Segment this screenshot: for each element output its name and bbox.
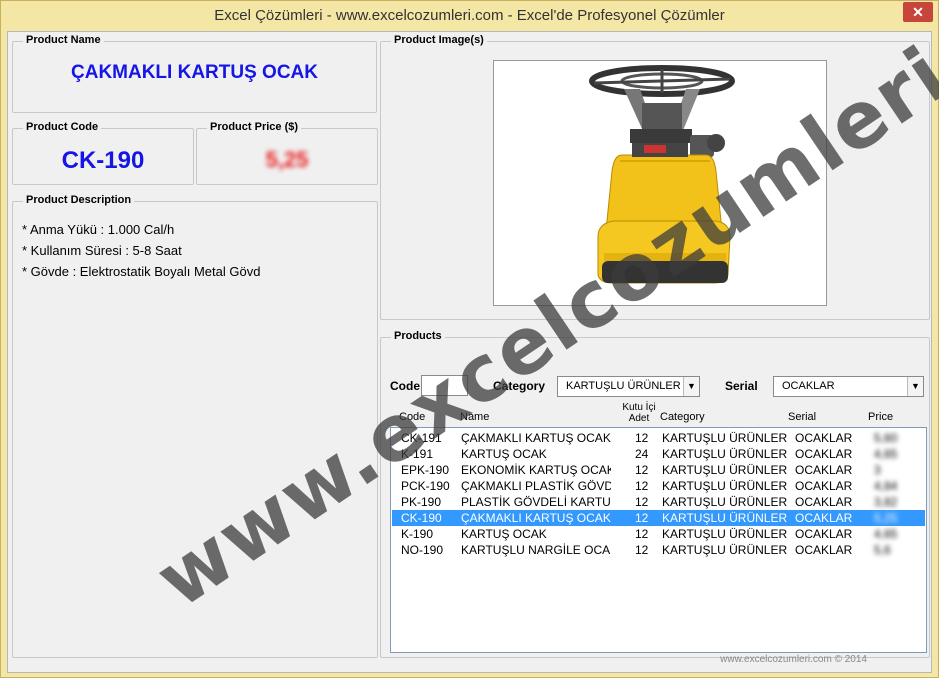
product-description-group: Product Description * Anma Yükü : 1.000 … — [12, 194, 378, 658]
list-cell-name: KARTUŞLU NARGİLE OCAK — [461, 543, 611, 557]
description-text: * Anma Yükü : 1.000 Cal/h * Kullanım Sür… — [22, 222, 260, 285]
chevron-down-icon[interactable]: ▼ — [683, 377, 699, 396]
gas-stove-image — [589, 65, 735, 284]
list-cell-qty: 12 — [635, 431, 649, 445]
product-code-value: CK-190 — [61, 147, 145, 174]
list-cell-qty: 12 — [635, 511, 649, 525]
list-item[interactable]: CK-190 ÇAKMAKLI KARTUŞ OCAK 12 KARTUŞLU ÜRÜ… — [392, 510, 925, 526]
list-cell-price: 3 — [874, 463, 881, 477]
list-cell-serial: OCAKLAR — [795, 495, 853, 509]
list-cell-category: KARTUŞLU ÜRÜNLER — [662, 447, 788, 461]
products-title: Products — [391, 330, 445, 342]
list-cell-price: 3,82 — [874, 495, 898, 509]
list-cell-price: 4,65 — [874, 447, 898, 461]
products-list[interactable]: CK-191 ÇAKMAKLI KARTUŞ OCAK 12 KARTUŞLU ÜRÜ… — [390, 427, 927, 653]
window-title: Excel Çözümleri - www.excelcozumleri.com… — [214, 7, 725, 24]
list-cell-price: 5,25 — [874, 511, 898, 525]
serial-select-value: OCAKLAR — [782, 380, 835, 392]
list-item[interactable]: K-190 KARTUŞ OCAK 12 KARTUŞLU ÜRÜNLER OCAKLA… — [392, 526, 925, 542]
product-images-title: Product Image(s) — [391, 34, 487, 46]
description-line: * Kullanım Süresi : 5-8 Saat — [22, 243, 182, 258]
category-select[interactable]: KARTUŞLU ÜRÜNLER ▼ — [557, 376, 700, 397]
list-cell-serial: OCAKLAR — [795, 543, 853, 557]
column-header-serial[interactable]: Serial — [788, 411, 816, 423]
list-cell-serial: OCAKLAR — [795, 511, 853, 525]
category-filter-label: Category — [493, 379, 546, 393]
list-cell-serial: OCAKLAR — [795, 479, 853, 493]
code-filter-input[interactable] — [421, 375, 468, 396]
column-header-name[interactable]: Name — [460, 411, 489, 423]
list-item[interactable]: NO-190 KARTUŞLU NARGİLE OCAK 12 KARTUŞLU ÜR… — [392, 542, 925, 558]
chevron-down-icon[interactable]: ▼ — [907, 377, 923, 396]
list-cell-code: NO-190 — [401, 543, 444, 557]
list-cell-category: KARTUŞLU ÜRÜNLER — [662, 511, 788, 525]
list-cell-category: KARTUŞLU ÜRÜNLER — [662, 527, 788, 541]
list-cell-name: KARTUŞ OCAK — [461, 527, 547, 541]
column-header-qty[interactable]: Kutu İçi Adet — [619, 402, 659, 424]
serial-filter-label: Serial — [725, 379, 758, 393]
product-price-group: Product Price ($) 5,25 — [196, 121, 378, 185]
list-cell-code: K-190 — [401, 527, 434, 541]
footer-copyright: www.excelcozumleri.com © 2014 — [720, 654, 867, 665]
list-cell-category: KARTUŞLU ÜRÜNLER — [662, 495, 788, 509]
product-name-group: Product Name ÇAKMAKLI KARTUŞ OCAK — [12, 34, 377, 113]
product-code-group: Product Code CK-190 — [12, 121, 194, 185]
list-cell-code: CK-191 — [401, 431, 442, 445]
serial-select[interactable]: OCAKLAR ▼ — [773, 376, 924, 397]
list-cell-price: 4,84 — [874, 479, 898, 493]
code-filter-label: Code — [390, 379, 420, 393]
list-cell-serial: OCAKLAR — [795, 431, 853, 445]
description-line: * Gövde : Elektrostatik Boyalı Metal Göv… — [22, 264, 261, 279]
list-cell-price: 5,60 — [874, 431, 898, 445]
list-cell-qty: 12 — [635, 527, 649, 541]
list-cell-code: EPK-190 — [401, 463, 450, 477]
column-header-category[interactable]: Category — [660, 411, 705, 423]
list-cell-serial: OCAKLAR — [795, 463, 853, 477]
list-cell-serial: OCAKLAR — [795, 447, 853, 461]
list-cell-name: KARTUŞ OCAK — [461, 447, 547, 461]
list-cell-price: 5,6 — [874, 543, 891, 557]
list-item[interactable]: EPK-190 EKONOMİK KARTUŞ OCAK 12 KARTUŞLU ÜR… — [392, 462, 925, 478]
list-cell-code: K-191 — [401, 447, 434, 461]
column-header-code[interactable]: Code — [399, 411, 425, 423]
list-cell-name: ÇAKMAKLI PLASTİK GÖVDELİ — [461, 479, 611, 493]
list-item[interactable]: PCK-190 ÇAKMAKLI PLASTİK GÖVDELİ 12 KARTUŞL… — [392, 478, 925, 494]
list-cell-qty: 12 — [635, 479, 649, 493]
list-cell-name: PLASTİK GÖVDELİ KARTUŞ O — [461, 495, 611, 509]
list-cell-qty: 24 — [635, 447, 649, 461]
product-description-title: Product Description — [23, 194, 135, 206]
list-cell-price: 4,65 — [874, 527, 898, 541]
app-window: Excel Çözümleri - www.excelcozumleri.com… — [0, 0, 939, 678]
description-line: * Anma Yükü : 1.000 Cal/h — [22, 222, 175, 237]
category-select-value: KARTUŞLU ÜRÜNLER — [566, 380, 681, 392]
list-cell-qty: 12 — [635, 463, 649, 477]
close-button[interactable]: ✕ — [903, 2, 933, 22]
product-image — [493, 60, 827, 306]
product-name-title: Product Name — [23, 34, 104, 46]
product-price-value: 5,25 — [265, 147, 309, 172]
list-cell-serial: OCAKLAR — [795, 527, 853, 541]
product-images-group: Product Image(s) — [380, 34, 930, 320]
list-cell-category: KARTUŞLU ÜRÜNLER — [662, 543, 788, 557]
list-cell-name: ÇAKMAKLI KARTUŞ OCAK — [461, 511, 611, 525]
column-header-price[interactable]: Price — [868, 411, 893, 423]
product-name-value: ÇAKMAKLI KARTUŞ OCAK — [71, 62, 318, 83]
list-item[interactable]: K-191 KARTUŞ OCAK 24 KARTUŞLU ÜRÜNLER OCAKLA… — [392, 446, 925, 462]
list-cell-code: PCK-190 — [401, 479, 450, 493]
list-cell-category: KARTUŞLU ÜRÜNLER — [662, 463, 788, 477]
list-cell-code: CK-190 — [401, 511, 442, 525]
list-cell-name: EKONOMİK KARTUŞ OCAK — [461, 463, 611, 477]
list-cell-code: PK-190 — [401, 495, 442, 509]
list-cell-qty: 12 — [635, 495, 649, 509]
list-item[interactable]: CK-191 ÇAKMAKLI KARTUŞ OCAK 12 KARTUŞLU ÜRÜ… — [392, 430, 925, 446]
list-cell-qty: 12 — [635, 543, 649, 557]
product-code-title: Product Code — [23, 121, 102, 133]
list-cell-category: KARTUŞLU ÜRÜNLER — [662, 479, 788, 493]
list-cell-category: KARTUŞLU ÜRÜNLER — [662, 431, 788, 445]
list-cell-name: ÇAKMAKLI KARTUŞ OCAK — [461, 431, 611, 445]
list-item[interactable]: PK-190 PLASTİK GÖVDELİ KARTUŞ O 12 KARTUŞLU… — [392, 494, 925, 510]
product-price-title: Product Price ($) — [207, 121, 302, 133]
